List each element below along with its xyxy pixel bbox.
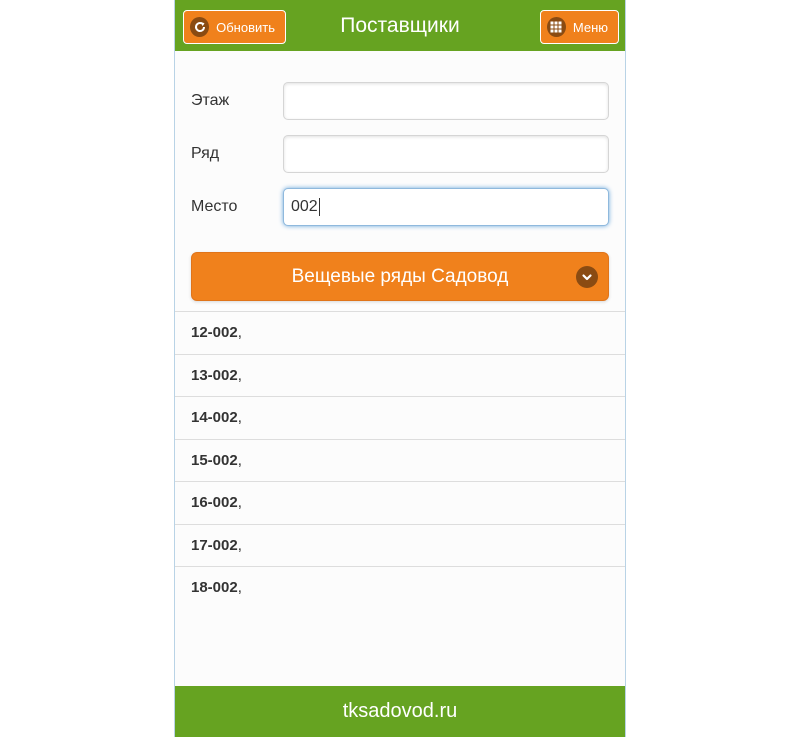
item-code: 13-002: [191, 366, 238, 384]
grid-icon: [547, 17, 566, 37]
item-code: 12-002: [191, 324, 238, 341]
item-suffix: ,: [237, 494, 242, 511]
item-suffix: ,: [237, 409, 242, 426]
menu-label: Меню: [572, 19, 608, 35]
row-input[interactable]: [283, 135, 609, 173]
list-item[interactable]: 16-002,: [175, 482, 625, 525]
place-row: Место 002: [191, 188, 609, 226]
item-suffix: ,: [237, 579, 242, 596]
floor-input[interactable]: [283, 82, 609, 120]
refresh-button[interactable]: Обновить: [183, 10, 286, 44]
item-code: 15-002: [191, 451, 238, 469]
item-suffix: ,: [237, 366, 242, 384]
results-list: 12-002, 13-002, 14-002, 15-002, 16-002, …: [175, 311, 625, 610]
list-item[interactable]: 14-002,: [175, 397, 625, 440]
footer-bar: tksadovod.ru: [175, 686, 625, 737]
row-row: Ряд: [191, 135, 609, 173]
menu-button[interactable]: Меню: [540, 10, 619, 44]
list-item[interactable]: 15-002,: [175, 440, 625, 482]
refresh-label: Обновить: [216, 19, 275, 35]
item-code: 17-002: [191, 536, 238, 554]
list-item[interactable]: 13-002,: [175, 355, 625, 397]
item-code: 14-002: [191, 409, 238, 426]
place-label: Место: [191, 198, 238, 215]
item-suffix: ,: [237, 536, 242, 554]
footer-site-link[interactable]: tksadovod.ru: [343, 700, 458, 722]
chevron-down-icon: [576, 266, 598, 288]
item-code: 18-002: [191, 579, 238, 596]
refresh-icon: [190, 17, 210, 37]
list-item[interactable]: 18-002,: [175, 567, 625, 610]
floor-row: Этаж: [191, 82, 609, 120]
app-screen: Поставщики Обновить Меню Этаж Ряд Место …: [174, 0, 626, 737]
header-bar: Поставщики Обновить Меню: [175, 0, 625, 51]
place-input-value: 002: [291, 198, 318, 215]
row-label: Ряд: [191, 145, 220, 162]
text-caret: [318, 197, 320, 216]
item-code: 16-002: [191, 494, 238, 511]
place-input[interactable]: 002: [283, 188, 609, 226]
item-suffix: ,: [237, 324, 242, 341]
floor-label: Этаж: [191, 92, 230, 109]
list-item[interactable]: 17-002,: [175, 525, 625, 567]
item-suffix: ,: [237, 451, 242, 469]
list-item[interactable]: 12-002,: [175, 312, 625, 355]
market-select[interactable]: Вещевые ряды Садовод: [191, 252, 609, 301]
market-select-value: Вещевые ряды Садовод: [291, 266, 509, 287]
